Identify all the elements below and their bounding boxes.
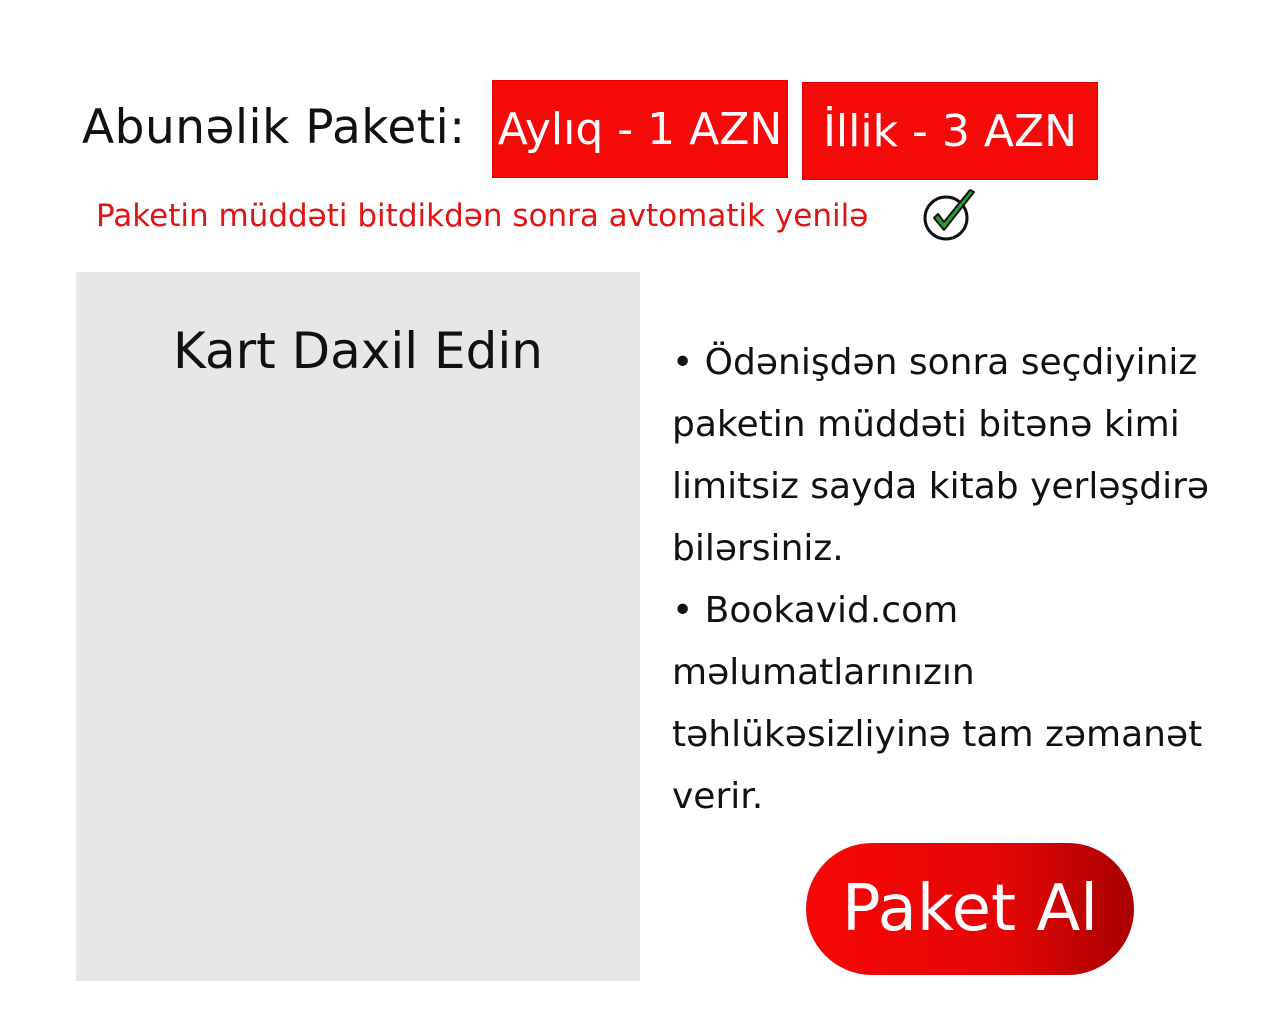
checkmark-circle-icon <box>923 189 975 241</box>
info-bullet-unlimited: • Ödənişdən sonra seçdiyiniz paketin müd… <box>672 342 1210 569</box>
plan-yearly-button[interactable]: İllik - 3 AZN <box>802 82 1098 180</box>
auto-renew-checkbox[interactable] <box>922 184 982 244</box>
card-input-panel[interactable]: Kart Daxil Edin <box>76 272 640 981</box>
auto-renew-label: Paketin müddəti bitdikdən sonra avtomati… <box>96 198 869 234</box>
plan-monthly-button[interactable]: Aylıq - 1 AZN <box>492 80 788 178</box>
card-panel-title: Kart Daxil Edin <box>173 322 543 380</box>
info-text: • Ödənişdən sonra seçdiyiniz paketin müd… <box>672 332 1232 828</box>
subscription-package-label: Abunəlik Paketi: <box>82 100 466 155</box>
info-bullet-security: • Bookavid.com məlumatlarınızın təhlükəs… <box>672 590 1203 817</box>
buy-package-button[interactable]: Paket Al <box>806 843 1134 975</box>
